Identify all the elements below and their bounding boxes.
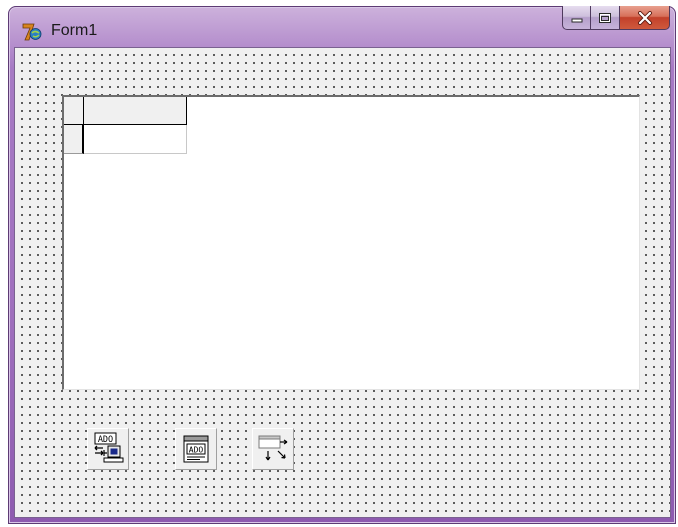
ado-dataset-component[interactable]: ADO [175,428,217,470]
minimize-icon [571,18,582,22]
caption-buttons [562,6,670,30]
maximize-icon [599,12,611,23]
ado-connection-component[interactable]: ADO [87,428,129,470]
grid-column-header[interactable] [84,97,187,125]
delphi-app-icon [22,23,42,41]
ado-connection-label: ADO [98,435,113,445]
grid-data-cell[interactable] [84,125,187,154]
window-title: Form1 [51,22,98,39]
datasource-component[interactable] [252,428,294,470]
title-bar[interactable]: Form1 [8,6,676,50]
datasource-icon [258,435,288,461]
grid-corner-cell [64,97,84,125]
close-icon [637,10,652,25]
minimize-button[interactable] [562,6,591,30]
ado-dataset-label: ADO [189,446,204,455]
grid-row-indicator[interactable] [64,125,84,154]
ado-dataset-icon: ADO [183,435,209,463]
form-client-area: ADO ADO [14,47,671,518]
close-button[interactable] [620,6,670,30]
db-grid[interactable] [62,95,640,390]
maximize-button[interactable] [591,6,620,30]
ado-connection-icon: ADO [94,432,124,463]
